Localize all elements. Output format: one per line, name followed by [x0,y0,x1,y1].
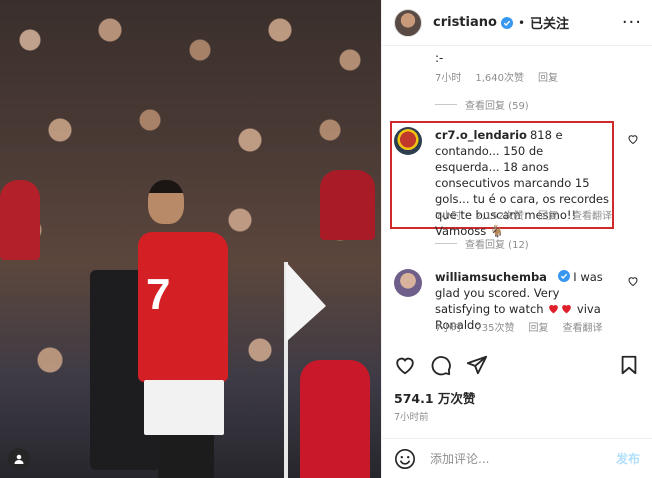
red-heart-emoji-icon [562,304,572,314]
comment-meta: 7小时 1,640次赞 回复 [435,69,558,84]
post-photo[interactable]: 7 [0,0,381,478]
comment-icon[interactable] [430,354,452,376]
post-comment-button[interactable]: 发布 [616,450,640,467]
separator-dot: • [517,15,526,30]
commenter-avatar[interactable] [394,127,422,155]
reply-button[interactable]: 回复 [538,69,558,84]
post-actions [394,350,640,380]
like-comment-icon[interactable] [627,133,639,145]
post-header: cristiano • 已关注 ··· [382,0,652,46]
comment-likes[interactable]: 2,152次赞 [475,207,524,222]
fan-shirt [300,360,370,478]
player-figure: 7 [138,180,238,478]
comment-input[interactable]: 添加评论... [430,450,489,467]
fan-shirt [320,170,375,240]
view-replies-toggle[interactable]: 查看回复 (59) [435,97,529,112]
emoji-icon[interactable] [394,448,416,470]
reply-button[interactable]: 回复 [528,319,548,334]
share-icon[interactable] [466,354,488,376]
comment-time: 7小时 [435,211,462,222]
view-replies-toggle[interactable]: 查看回复 (12) [435,236,529,251]
tagged-users-icon[interactable] [8,448,30,470]
like-icon[interactable] [394,354,416,376]
comment-likes[interactable]: 735次赞 [475,319,514,334]
post-side-panel: cristiano • 已关注 ··· :- 7小时 1,640次赞 回复 查看… [381,0,652,478]
reply-button[interactable]: 回复 [538,207,558,222]
following-button[interactable]: 已关注 [530,13,569,32]
comment-meta: 7小时 735次赞 回复 查看翻译 [435,319,602,334]
post-timestamp: 7小时前 [394,412,429,423]
author-username[interactable]: cristiano [433,15,497,30]
post-like-count[interactable]: 574.1 万次赞 [394,388,475,407]
translate-button[interactable]: 查看翻译 [572,207,612,222]
commenter-username[interactable]: williamsuchemba [435,270,547,284]
comment-likes[interactable]: 1,640次赞 [475,69,524,84]
add-comment-bar: 添加评论... 发布 [382,438,652,478]
author-avatar[interactable] [394,8,422,37]
red-heart-emoji-icon [549,304,559,314]
commenter-avatar[interactable] [394,269,422,297]
comments-list[interactable]: :- 7小时 1,640次赞 回复 查看回复 (59) cr7.o_lendar… [382,47,652,347]
more-options-icon[interactable]: ··· [622,12,642,33]
comment-time: 7小时 [435,73,462,84]
commenter-username[interactable]: cr7.o_lendario [435,128,527,142]
comment-meta: 7小时 2,152次赞 回复 查看翻译 [435,207,612,222]
shirt-number: 7 [146,270,171,319]
verified-badge-icon [500,16,513,29]
save-bookmark-icon[interactable] [618,354,640,376]
like-comment-icon[interactable] [627,275,639,287]
comment-time: 7小时 [435,323,462,334]
verified-badge-icon [557,270,570,282]
previous-comment-text: :- [435,51,444,65]
translate-button[interactable]: 查看翻译 [562,319,602,334]
fan-shirt [0,180,40,260]
